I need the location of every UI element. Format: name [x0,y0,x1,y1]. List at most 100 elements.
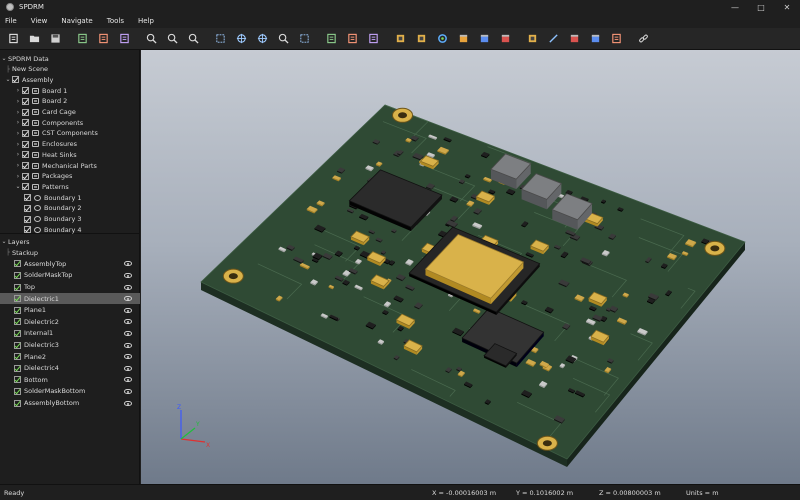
new-file-button[interactable] [5,31,21,47]
visibility-checkbox[interactable] [22,129,29,137]
visibility-checkbox[interactable] [24,226,31,234]
pcb-model[interactable]: Z X Y [141,50,800,484]
layer-item-dielectric4[interactable]: Dielectric4 [0,363,140,374]
eye-icon[interactable] [124,377,132,383]
view-front-button[interactable] [323,31,339,47]
rotate-button[interactable] [254,31,270,47]
tree-item-packages[interactable]: › Packages [0,171,140,182]
layer-item-dielectric2[interactable]: Dielectric2 [0,316,140,327]
tree-item-stackup[interactable]: ├ Stackup [0,247,140,258]
3d-viewport[interactable]: Z X Y [141,50,800,484]
fit-button[interactable] [296,31,312,47]
chevron-right-icon[interactable]: › [14,119,22,126]
minimize-button[interactable]: — [722,0,748,14]
zoom-box-button[interactable] [275,31,291,47]
layer-button[interactable] [392,31,408,47]
visibility-checkbox[interactable] [22,162,29,169]
chevron-right-icon[interactable]: › [14,109,22,116]
view-side-button[interactable] [365,31,381,47]
tree-item-new-scene[interactable]: ├ New Scene [0,64,140,75]
eye-icon[interactable] [124,400,132,406]
export-arrow-button[interactable] [608,31,624,47]
menu-file[interactable]: File [5,17,17,25]
zoom-out-button[interactable] [185,31,201,47]
chevron-down-icon[interactable]: ⌄ [0,238,8,245]
save-button[interactable] [47,31,63,47]
visibility-checkbox[interactable] [22,119,29,127]
open-folder-button[interactable] [26,31,42,47]
color-red-button[interactable] [497,31,513,47]
eye-icon[interactable] [124,354,132,360]
link-button[interactable] [635,31,651,47]
tree-item-card-cage[interactable]: › Card Cage [0,107,140,118]
eye-icon[interactable] [124,330,132,336]
eye-icon[interactable] [124,296,132,302]
zoom-in-button[interactable] [164,31,180,47]
layer-checkbox[interactable] [14,329,21,337]
layer-item-bottom[interactable]: Bottom [0,374,140,385]
select-button[interactable] [212,31,228,47]
layer-item-top[interactable]: Top [0,282,140,293]
eye-icon[interactable] [124,342,132,348]
chevron-down-icon[interactable]: ⌄ [14,183,22,190]
visibility-checkbox[interactable] [22,87,29,95]
eye-icon[interactable] [124,388,132,394]
menu-tools[interactable]: Tools [107,17,124,25]
report-button[interactable] [116,31,132,47]
eye-icon[interactable] [124,307,132,313]
chevron-down-icon[interactable]: ⌄ [4,76,12,83]
tree-item-heat-sinks[interactable]: › Heat Sinks [0,149,140,160]
import-button[interactable] [74,31,90,47]
menu-view[interactable]: View [31,17,48,25]
layers-header[interactable]: ⌄ Layers [0,236,140,247]
layer-checkbox[interactable] [14,295,21,303]
layer-checkbox[interactable] [14,376,21,384]
close-button[interactable]: ✕ [774,0,800,14]
tree-item-boundary-1[interactable]: Boundary 1 [0,192,140,203]
layer-checkbox[interactable] [14,306,21,314]
chevron-right-icon[interactable]: › [14,151,22,158]
layer-item-assemblybottom[interactable]: AssemblyBottom [0,398,140,409]
visibility-checkbox[interactable] [24,194,31,202]
visibility-checkbox[interactable] [24,215,31,223]
chevron-right-icon[interactable]: › [14,130,22,137]
visibility-checkbox[interactable] [22,183,29,191]
eye-icon[interactable] [124,365,132,371]
layer-checkbox[interactable] [14,283,21,291]
brush-button[interactable] [545,31,561,47]
tree-item-cst-components[interactable]: › CST Components [0,128,140,139]
tree-root[interactable]: ⌄ SPDRM Data [0,53,140,64]
layer-checkbox[interactable] [14,260,21,268]
tree-item-mechanical-parts[interactable]: › Mechanical Parts [0,160,140,171]
chevron-right-icon[interactable]: › [14,162,22,169]
layer-item-soldermaskbottom[interactable]: SolderMaskBottom [0,386,140,397]
layer-item-assemblytop[interactable]: AssemblyTop [0,258,140,269]
layer-item-internal1[interactable]: Internal1 [0,328,140,339]
visibility-checkbox[interactable] [22,172,29,180]
tree-item-boundary-2[interactable]: Boundary 2 [0,203,140,214]
pan-button[interactable] [233,31,249,47]
tree-item-boundary-4[interactable]: Boundary 4 [0,224,140,235]
maximize-button[interactable]: □ [748,0,774,14]
visibility-checkbox[interactable] [22,151,29,159]
probe-button[interactable] [524,31,540,47]
visibility-checkbox[interactable] [22,140,29,148]
chevron-down-icon[interactable]: ⌄ [0,55,8,62]
eye-icon[interactable] [124,319,132,325]
visibility-checkbox[interactable] [24,204,31,212]
color-blue-button[interactable] [476,31,492,47]
tree-item-boundary-3[interactable]: Boundary 3 [0,214,140,225]
mesh-button[interactable] [413,31,429,47]
visibility-checkbox[interactable] [22,108,29,116]
layer-checkbox[interactable] [14,399,21,407]
tree-item-components[interactable]: › Components [0,117,140,128]
view-top-button[interactable] [344,31,360,47]
tree-item-enclosures[interactable]: › Enclosures [0,139,140,150]
eye-icon[interactable] [124,272,132,278]
visibility-checkbox[interactable] [12,76,19,84]
layer-checkbox[interactable] [14,271,21,279]
color-orange-button[interactable] [455,31,471,47]
cube-red-button[interactable] [566,31,582,47]
zoom-fit-button[interactable] [143,31,159,47]
chevron-right-icon[interactable]: › [14,87,22,94]
